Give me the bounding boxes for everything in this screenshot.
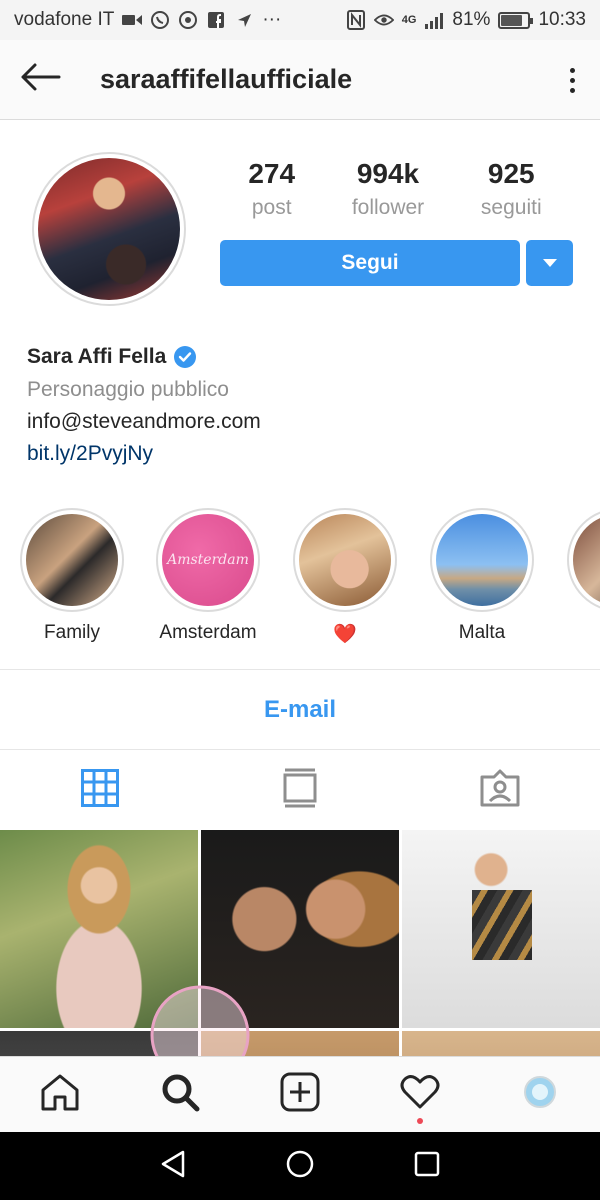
profile-name-row: Sara Affi Fella [27,342,577,372]
highlight-amsterdam[interactable]: Amsterdam Amsterdam [154,508,262,644]
add-post-icon [280,1072,320,1117]
system-recents-button[interactable] [407,1146,447,1186]
highlight-label: Family [44,622,100,643]
highlight-partial[interactable]: P [565,508,600,644]
profile-photo [38,158,180,300]
feed-icon [283,768,317,813]
highlight-label: P [565,622,600,644]
profile-tabs [0,750,600,830]
highlight-cover [299,514,391,606]
photo-grid [0,830,600,1056]
eye-comfort-icon [373,10,394,30]
profile-bio: Sara Affi Fella Personaggio pubblico inf… [27,342,577,470]
grid-icon [81,768,119,812]
network-type-label: 4G [401,14,417,26]
profile-name: Sara Affi Fella [27,345,167,368]
nav-add[interactable] [240,1057,360,1132]
follow-button[interactable]: Segui [220,240,520,286]
stat-following[interactable]: 925 seguiti [481,158,542,220]
post-thumbnail[interactable] [0,1031,198,1056]
nfc-icon [346,10,366,30]
highlight-malta[interactable]: Malta [428,508,536,644]
verified-badge-icon [174,346,197,368]
system-back-button[interactable] [153,1146,193,1186]
notification-dot [417,1118,423,1124]
post-thumbnail[interactable] [201,1031,399,1056]
search-icon [160,1072,200,1117]
stat-value: 994k [356,158,420,189]
highlight-cover [436,514,528,606]
highlight-label: Malta [458,622,506,643]
whatsapp-icon [150,10,170,30]
highlight-family[interactable]: Family [18,508,126,644]
more-options-button[interactable] [560,60,584,100]
system-navigation-bar [0,1132,600,1200]
nav-search[interactable] [120,1057,240,1132]
profile-stats: 274 post 994k follower 925 seguiti [220,158,570,220]
post-thumbnail[interactable] [402,830,600,1028]
highlight-cover [573,514,600,606]
profile-avatar[interactable] [32,152,186,306]
home-icon [40,1073,80,1116]
tab-grid[interactable] [0,750,200,830]
stat-label: follower [351,196,425,219]
nav-activity[interactable] [360,1057,480,1132]
suggested-accounts-button[interactable] [526,240,573,286]
post-thumbnail[interactable] [0,830,198,1028]
post-thumbnail[interactable] [201,830,399,1028]
facebook-icon [206,10,226,30]
profile-header: saraaffifellaufficiale [0,40,600,120]
stat-value: 274 [248,158,296,189]
stat-posts[interactable]: 274 post [248,158,295,220]
more-notifications-icon: ··· [262,9,282,30]
profile-website-link[interactable]: bit.ly/2PvyjNy [27,438,577,470]
profile-email: info@steveandmore.com [27,410,261,433]
page-title: saraaffifellaufficiale [100,64,353,94]
story-highlights: Family Amsterdam Amsterdam ❤️ Malta P [0,508,600,648]
heart-icon [400,1074,440,1115]
battery-percent: 81% [452,9,491,30]
navigation-icon [234,10,254,30]
signal-icon [424,10,444,30]
nav-profile[interactable] [480,1057,600,1132]
stat-value: 925 [487,158,535,189]
chrome-icon [178,10,198,30]
stat-followers[interactable]: 994k follower [352,158,424,220]
post-thumbnail[interactable] [402,1031,600,1056]
back-button[interactable] [0,40,80,120]
more-vertical-icon [569,67,575,73]
profile-category: Personaggio pubblico [27,378,229,401]
highlight-cover: Amsterdam [162,514,254,606]
clock: 10:33 [538,9,586,30]
status-bar: vodafone IT ··· 4G 81% 10:33 [0,0,600,40]
tagged-icon [480,769,520,812]
system-home-button[interactable] [280,1146,320,1186]
highlight-cover-text: Amsterdam [167,552,249,568]
highlight-label: ❤️ [333,624,357,645]
tab-tagged[interactable] [400,750,600,830]
circle-home-icon [285,1149,315,1184]
profile-avatar-icon [523,1075,557,1114]
tab-feed[interactable] [200,750,400,830]
highlight-label: Amsterdam [159,622,257,643]
email-contact-button[interactable]: E-mail [0,670,600,750]
arrow-left-icon [19,62,61,97]
bottom-navigation [0,1056,600,1132]
carrier-label: vodafone IT [14,9,115,30]
highlight-cover [26,514,118,606]
video-icon [122,10,143,30]
stat-label: seguiti [480,196,542,219]
highlight-heart[interactable]: ❤️ [291,508,399,646]
battery-level [501,14,523,26]
battery-icon [498,11,534,29]
stat-label: post [251,196,292,219]
square-recents-icon [414,1151,440,1182]
nav-home[interactable] [0,1057,120,1132]
triangle-back-icon [159,1149,187,1184]
